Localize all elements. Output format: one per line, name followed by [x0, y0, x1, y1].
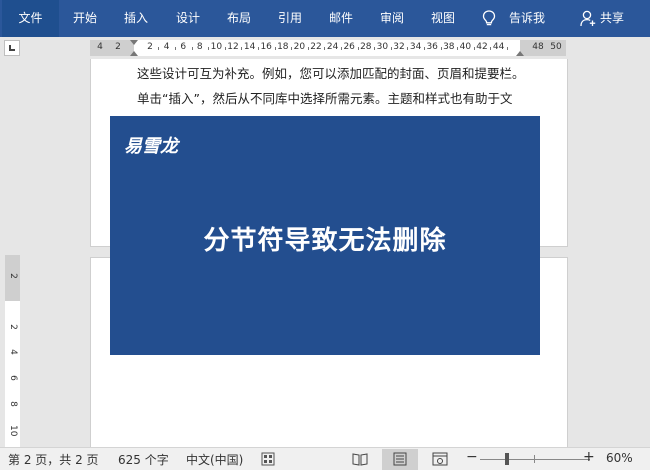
vertical-scrollbar[interactable]: [638, 59, 650, 447]
ruler-number: 38: [443, 42, 455, 52]
ruler-number: 24: [326, 42, 339, 52]
language-indicator[interactable]: 中文(中国): [186, 451, 243, 468]
ruler-tick: [440, 47, 442, 50]
tab-file[interactable]: 文件: [2, 0, 59, 37]
ruler-number: 44: [492, 42, 505, 52]
word-count[interactable]: 625 个字: [118, 451, 169, 468]
ruler-tick: [506, 47, 508, 50]
ruler-tick: [340, 47, 342, 50]
horizontal-ruler[interactable]: 4 2 2 4 6 8 10 12 14 16 18 20 22 24 26 28 30 32 34 36 38 40…: [90, 40, 566, 56]
ruler-number: 30: [376, 42, 389, 52]
tab-layout[interactable]: 布局: [227, 0, 251, 37]
tell-me-search[interactable]: 告诉我: [509, 0, 545, 37]
ruler-number: 2: [115, 42, 121, 52]
ruler-number: 2: [147, 42, 153, 52]
ruler-number: 34: [409, 42, 422, 52]
ruler-tick: [374, 47, 376, 50]
ruler-tick: [291, 47, 293, 50]
document-text-line: 单击“插入”，然后从不同库中选择所需元素。主题和样式也有助于文: [137, 91, 513, 106]
right-indent-marker[interactable]: [516, 51, 524, 56]
vertical-ruler[interactable]: 2 2 4 6 8 10: [5, 255, 20, 447]
banner-title: 分节符导致无法删除: [203, 226, 447, 256]
ruler-tick: [390, 47, 392, 50]
ruler-number: 22: [310, 42, 322, 52]
zoom-level[interactable]: 60%: [606, 451, 633, 465]
zoom-slider-track[interactable]: [480, 459, 590, 460]
ruler-number: 28: [360, 42, 372, 52]
ruler-tick: [274, 47, 276, 50]
hanging-indent-marker[interactable]: [130, 51, 138, 56]
zoom-out-button[interactable]: −: [466, 449, 478, 465]
ruler-number: 8: [196, 42, 203, 52]
ruler-number: 4: [97, 42, 103, 52]
tab-home[interactable]: 开始: [73, 0, 97, 37]
ruler-tick: [174, 47, 176, 50]
tab-insert[interactable]: 插入: [124, 0, 148, 37]
tab-mailings[interactable]: 邮件: [329, 0, 353, 37]
status-bar: 第 2 页，共 2 页 625 个字 中文(中国) − + 60%: [0, 447, 650, 470]
tab-design[interactable]: 设计: [176, 0, 200, 37]
ruler-number: 40: [459, 42, 472, 52]
ruler-tick: [407, 47, 409, 50]
ruler-tick: [241, 47, 243, 50]
tab-review[interactable]: 审阅: [380, 0, 404, 37]
tab-view[interactable]: 视图: [431, 0, 455, 37]
ruler-number: 26: [343, 42, 355, 52]
print-layout-icon[interactable]: [392, 452, 408, 466]
vertical-ruler-number: 6: [8, 375, 18, 381]
share-person-icon[interactable]: [580, 10, 596, 27]
ruler-tick: [457, 47, 459, 50]
tab-references[interactable]: 引用: [278, 0, 302, 37]
ruler-number: 12: [227, 42, 239, 52]
lightbulb-icon[interactable]: [482, 10, 496, 27]
page-count[interactable]: 第 2 页，共 2 页: [8, 451, 99, 468]
ruler-number: 42: [476, 42, 488, 52]
ruler-number: 4: [163, 42, 170, 52]
zoom-slider-thumb[interactable]: [505, 453, 509, 465]
document-text-line: 这些设计可互为补充。例如，您可以添加匹配的封面、页眉和提要栏。: [137, 66, 525, 81]
ruler-tick: [490, 47, 492, 50]
ruler-tick: [423, 47, 425, 50]
vertical-ruler-number: 2: [8, 324, 18, 330]
vertical-ruler-number: 10: [8, 425, 18, 437]
vertical-ruler-number: 8: [8, 401, 18, 407]
read-mode-icon[interactable]: [352, 452, 368, 466]
ruler-row: 4 2 2 4 6 8 10 12 14 16 18 20 22 24 26 28 30 32 34 36 38 40…: [0, 37, 650, 59]
macro-record-icon[interactable]: [261, 452, 275, 466]
ruler-tick: [357, 47, 359, 50]
ribbon: 文件 开始 插入 设计 布局 引用 邮件 审阅 视图 告诉我 共享: [0, 0, 650, 37]
ruler-number: 50: [550, 42, 562, 52]
web-layout-icon[interactable]: [432, 452, 448, 466]
first-line-indent-marker[interactable]: [130, 40, 138, 45]
left-tab-icon: [9, 45, 15, 51]
vertical-ruler-number: 2: [8, 273, 18, 279]
zoom-slider-center-mark: [534, 455, 535, 463]
ruler-tick: [473, 47, 475, 50]
tab-stop-selector[interactable]: [4, 40, 20, 56]
ruler-number: 20: [293, 42, 306, 52]
ruler-tick: [257, 47, 259, 50]
ruler-tick: [158, 47, 160, 50]
ruler-number: 48: [532, 42, 544, 52]
title-banner: 易雪龙 分节符导致无法删除: [110, 116, 540, 355]
vertical-ruler-number: 4: [8, 349, 18, 355]
ruler-tick: [307, 47, 309, 50]
ruler-number: 16: [260, 42, 272, 52]
ruler-number: 14: [243, 42, 256, 52]
ruler-tick: [208, 47, 210, 50]
brand-logo: 易雪龙: [124, 136, 178, 157]
ruler-tick: [224, 47, 226, 50]
ruler-number: 32: [393, 42, 405, 52]
zoom-in-button[interactable]: +: [583, 449, 595, 465]
share-button[interactable]: 共享: [600, 0, 624, 37]
ruler-tick: [191, 47, 193, 50]
ruler-number: 36: [426, 42, 438, 52]
ruler-number: 10: [210, 42, 223, 52]
ruler-tick: [324, 47, 326, 50]
ruler-number: 6: [180, 42, 187, 52]
ruler-number: 18: [277, 42, 289, 52]
